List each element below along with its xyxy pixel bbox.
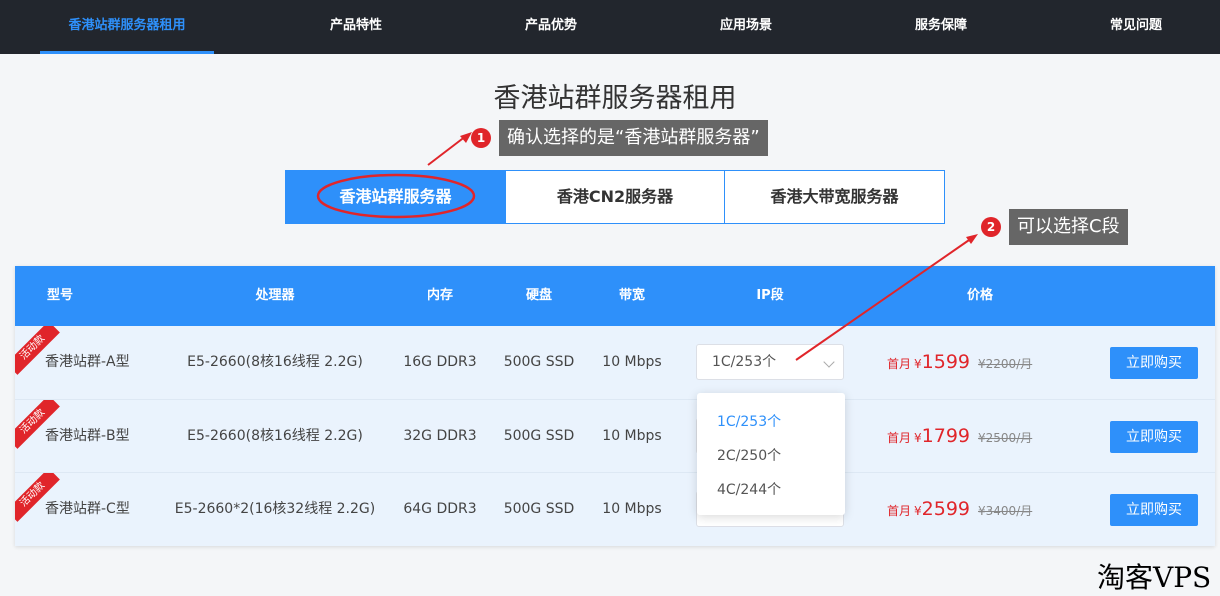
arrow-icon bbox=[795, 237, 973, 361]
arrow-icon bbox=[427, 135, 467, 166]
arrow-head-icon bbox=[966, 234, 978, 244]
highlight-ellipse bbox=[316, 173, 476, 219]
callout-step-2: 可以选择C段 bbox=[1009, 209, 1128, 245]
callout-step-1: 确认选择的是“香港站群服务器” bbox=[499, 120, 768, 156]
step-1-marker: 1 bbox=[471, 128, 491, 148]
watermark: 淘客VPS bbox=[1097, 561, 1212, 594]
annotation-overlay bbox=[316, 132, 978, 361]
step-2-marker: 2 bbox=[981, 217, 1001, 237]
